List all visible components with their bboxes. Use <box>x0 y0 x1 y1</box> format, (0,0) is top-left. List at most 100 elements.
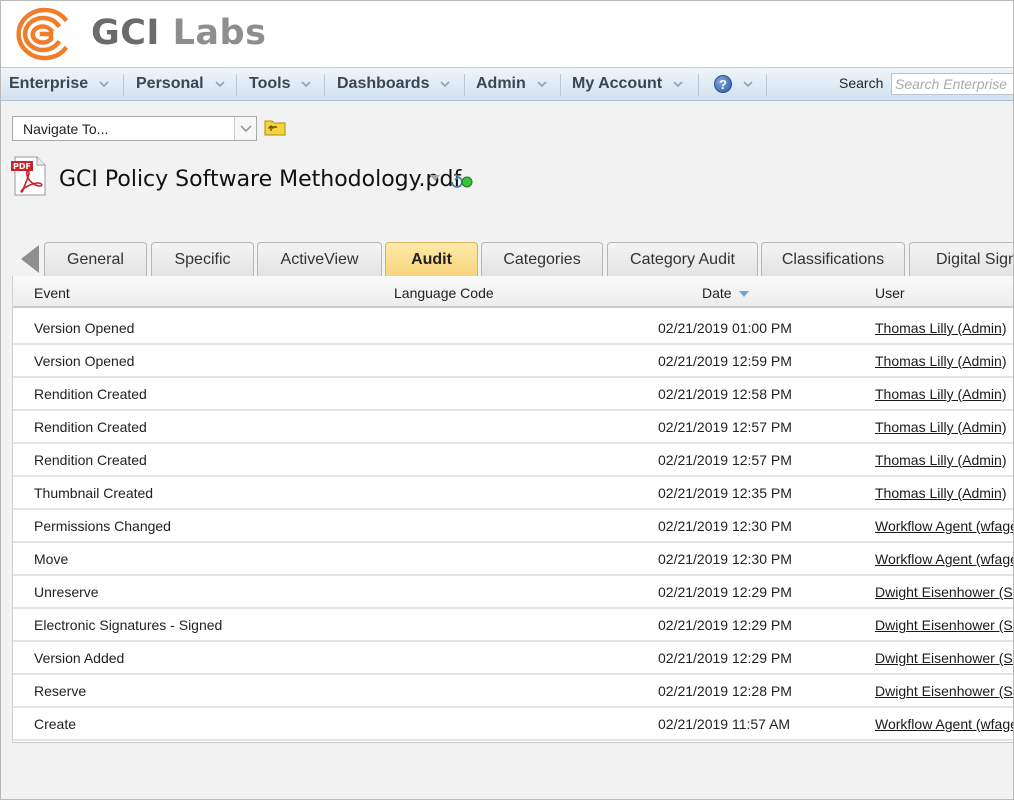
tab-classifications[interactable]: Classifications <box>761 242 905 276</box>
event-cell: Version Opened <box>34 320 135 336</box>
user-link[interactable]: Workflow Agent (wfage <box>875 518 1013 534</box>
event-cell: Rendition Created <box>34 419 147 435</box>
table-row[interactable]: Create 02/21/2019 11:57 AM Workflow Agent … <box>13 708 1013 741</box>
date-cell: 02/21/2019 12:29 PM <box>658 650 792 666</box>
event-cell: Move <box>34 551 69 567</box>
nav-admin[interactable]: Admin <box>476 68 548 100</box>
help-icon: ? <box>714 75 732 93</box>
date-cell: 02/21/2019 12:29 PM <box>658 584 792 600</box>
user-link[interactable]: Dwight Eisenhower (Sig <box>875 617 1013 633</box>
date-cell: 02/21/2019 12:58 PM <box>658 386 792 402</box>
event-cell: Unreserve <box>34 584 99 600</box>
tab-general-label: General <box>67 250 124 268</box>
user-link[interactable]: Workflow Agent (wfage <box>875 551 1013 567</box>
event-cell: Permissions Changed <box>34 518 171 534</box>
chevron-down-icon <box>240 125 252 133</box>
event-cell: Version Opened <box>34 353 135 369</box>
event-cell: Rendition Created <box>34 386 147 402</box>
user-link[interactable]: Thomas Lilly (Admin) <box>875 485 1006 501</box>
chevron-down-icon <box>99 81 109 88</box>
tab-digital-signatures-label: Digital Signa <box>936 250 1013 268</box>
nav-divider <box>698 74 699 96</box>
nav-dashboards[interactable]: Dashboards <box>337 68 451 100</box>
nav-help[interactable]: ? <box>714 68 754 100</box>
tab-categories-label: Categories <box>503 250 581 268</box>
user-link[interactable]: Thomas Lilly (Admin) <box>875 419 1006 435</box>
table-row[interactable]: Version Opened 02/21/2019 01:00 PM Thomas … <box>13 312 1013 345</box>
user-link[interactable]: Thomas Lilly (Admin) <box>875 353 1006 369</box>
navigate-to-select[interactable]: Navigate To... <box>12 116 257 141</box>
navigate-to-dropdown-button[interactable] <box>234 117 256 140</box>
search-label: Search <box>839 75 884 91</box>
date-cell: 02/21/2019 01:00 PM <box>658 320 792 336</box>
date-cell: 02/21/2019 11:57 AM <box>658 716 791 732</box>
table-row[interactable]: Rendition Created 02/21/2019 12:57 PM Thom… <box>13 411 1013 444</box>
tab-specific[interactable]: Specific <box>151 242 254 276</box>
table-row[interactable]: Rendition Created 02/21/2019 12:57 PM Thom… <box>13 444 1013 477</box>
tab-category-audit-label: Category Audit <box>630 250 735 268</box>
tab-category-audit[interactable]: Category Audit <box>607 242 758 276</box>
tab-categories[interactable]: Categories <box>481 242 603 276</box>
column-header-language-code[interactable]: Language Code <box>394 285 494 301</box>
chevron-down-icon <box>673 81 683 88</box>
event-cell: Rendition Created <box>34 452 147 468</box>
nav-enterprise-label: Enterprise <box>9 75 89 92</box>
nav-personal[interactable]: Personal <box>136 68 226 100</box>
chevron-down-icon <box>215 81 225 88</box>
chevron-down-icon <box>743 81 753 88</box>
table-row[interactable]: Electronic Signatures - Signed 02/21/2019… <box>13 609 1013 642</box>
tab-audit[interactable]: Audit <box>385 242 478 276</box>
date-cell: 02/21/2019 12:35 PM <box>658 485 792 501</box>
tab-activeview[interactable]: ActiveView <box>257 242 382 276</box>
table-row[interactable]: Move 02/21/2019 12:30 PM Workflow Agent (w… <box>13 543 1013 576</box>
nav-divider <box>560 74 561 96</box>
gci-logo-icon <box>16 7 69 61</box>
app-window: GCI Labs Enterprise Personal Tools Dashb… <box>0 0 1014 800</box>
tab-general[interactable]: General <box>44 242 147 276</box>
column-header-user[interactable]: User <box>875 285 905 301</box>
event-cell: Version Added <box>34 650 125 666</box>
chevron-down-icon <box>301 81 312 88</box>
table-row[interactable]: Permissions Changed 02/21/2019 12:30 PM Wo… <box>13 510 1013 543</box>
caret-down-icon[interactable] <box>429 173 441 183</box>
audit-table: Event Language Code Date User Version Op… <box>12 276 1013 743</box>
date-cell: 02/21/2019 12:57 PM <box>658 452 792 468</box>
table-row[interactable]: Rendition Created 02/21/2019 12:58 PM Thom… <box>13 378 1013 411</box>
pdf-file-icon: PDF <box>11 156 46 196</box>
table-row[interactable]: Unreserve 02/21/2019 12:29 PM Dwight Eisen… <box>13 576 1013 609</box>
nav-tools[interactable]: Tools <box>249 68 312 100</box>
nav-personal-label: Personal <box>136 75 204 92</box>
user-link[interactable]: Thomas Lilly (Admin) <box>875 386 1006 402</box>
nav-divider <box>766 74 767 96</box>
table-body: Version Opened 02/21/2019 01:00 PM Thomas … <box>13 312 1013 741</box>
table-row[interactable]: Reserve 02/21/2019 12:28 PM Dwight Eisenho… <box>13 675 1013 708</box>
document-title: GCI Policy Software Methodology.pdf <box>59 167 462 192</box>
date-cell: 02/21/2019 12:57 PM <box>658 419 792 435</box>
table-row[interactable]: Version Added 02/21/2019 12:29 PM Dwight E… <box>13 642 1013 675</box>
column-header-event[interactable]: Event <box>34 285 70 301</box>
nav-enterprise[interactable]: Enterprise <box>9 68 110 100</box>
user-link[interactable]: Workflow Agent (wfage <box>875 716 1013 732</box>
nav-my-account[interactable]: My Account <box>572 68 684 100</box>
search-input[interactable] <box>891 73 1013 95</box>
sort-descending-icon <box>739 291 750 297</box>
user-link[interactable]: Thomas Lilly (Admin) <box>875 452 1006 468</box>
tabs-scroll-left-icon[interactable] <box>19 245 41 273</box>
folder-up-icon[interactable] <box>264 117 286 137</box>
event-cell: Create <box>34 716 77 732</box>
table-row[interactable]: Thumbnail Created 02/21/2019 12:35 PM Thom… <box>13 477 1013 510</box>
user-link[interactable]: Dwight Eisenhower (Sig <box>875 683 1013 699</box>
user-link[interactable]: Thomas Lilly (Admin) <box>875 320 1006 336</box>
event-cell: Electronic Signatures - Signed <box>34 617 223 633</box>
sync-status-icon <box>451 173 473 188</box>
nav-admin-label: Admin <box>476 75 526 92</box>
tab-activeview-label: ActiveView <box>280 250 359 268</box>
table-row[interactable]: Version Opened 02/21/2019 12:59 PM Thomas … <box>13 345 1013 378</box>
user-link[interactable]: Dwight Eisenhower (Sig <box>875 650 1013 666</box>
column-header-date[interactable]: Date <box>702 285 750 301</box>
header: GCI Labs <box>1 1 1013 67</box>
nav-my-account-label: My Account <box>572 75 663 92</box>
tab-digital-signatures[interactable]: Digital Signa <box>909 242 1013 276</box>
user-link[interactable]: Dwight Eisenhower (Sig <box>875 584 1013 600</box>
date-cell: 02/21/2019 12:28 PM <box>658 683 792 699</box>
